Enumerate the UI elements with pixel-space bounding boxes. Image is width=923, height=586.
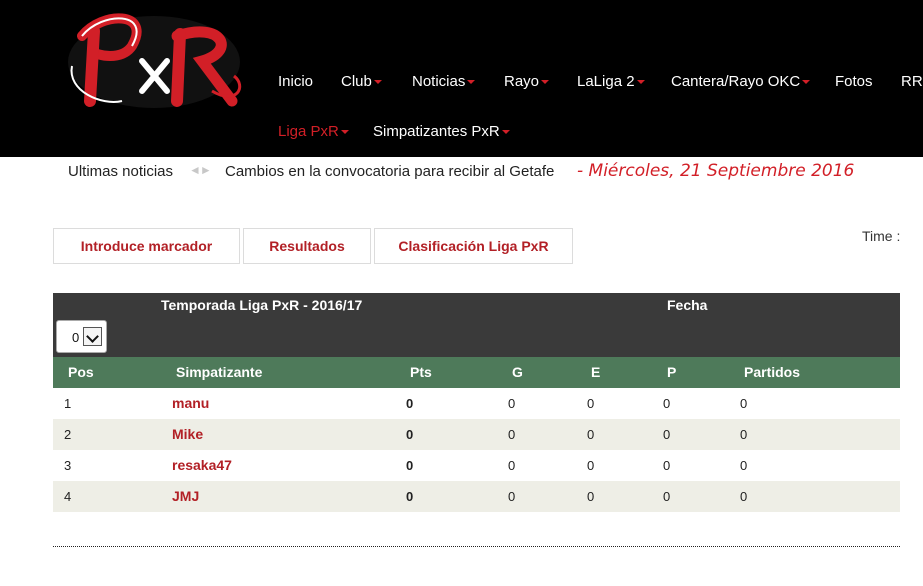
cell-pos: 2 xyxy=(64,427,72,442)
divider xyxy=(53,546,900,547)
nav-item-rayo[interactable]: Rayo xyxy=(504,73,550,90)
nav-item-cantera[interactable]: Cantera/Rayo OKC xyxy=(671,73,811,90)
header-partidos: Partidos xyxy=(744,364,801,380)
caret-down-icon xyxy=(541,80,550,84)
table-row: 1 manu 0 0 0 0 0 xyxy=(53,388,900,419)
table-row: 2 Mike 0 0 0 0 0 xyxy=(53,419,900,450)
cell-p: 0 xyxy=(663,427,671,442)
nav-item-simpatizantes[interactable]: Simpatizantes PxR xyxy=(373,123,510,140)
cell-pos: 4 xyxy=(64,489,72,504)
header-pts: Pts xyxy=(410,364,432,380)
header-simpatizante: Simpatizante xyxy=(176,364,263,380)
cell-g: 0 xyxy=(508,458,516,473)
caret-down-icon xyxy=(636,80,645,84)
tab-resultados[interactable]: Resultados xyxy=(243,228,371,264)
table-header: Pos Simpatizante Pts G E P Partidos xyxy=(53,357,900,388)
cell-p: 0 xyxy=(663,489,671,504)
caret-down-icon xyxy=(373,80,382,84)
nav-item-laliga2[interactable]: LaLiga 2 xyxy=(577,73,645,90)
ticker-arrows-icon[interactable]: ◄► xyxy=(189,163,212,177)
ticker-headline[interactable]: Cambios en la convocatoria para recibir … xyxy=(225,163,554,180)
nav-item-liga-pxr[interactable]: Liga PxR xyxy=(278,123,349,140)
cell-pos: 3 xyxy=(64,458,72,473)
cell-p: 0 xyxy=(663,396,671,411)
cell-g: 0 xyxy=(508,396,516,411)
header-g: G xyxy=(512,364,523,380)
round-select-value: 0 xyxy=(72,330,80,345)
nav-item-rrss[interactable]: RRSS xyxy=(901,73,923,90)
tab-clasificacion[interactable]: Clasificación Liga PxR xyxy=(374,228,573,264)
ticker-date: - Miércoles, 21 Septiembre 2016 xyxy=(577,161,855,181)
cell-e: 0 xyxy=(587,396,595,411)
cell-pts: 0 xyxy=(406,396,414,411)
cell-simpatizante[interactable]: JMJ xyxy=(172,488,199,504)
site-header: Inicio Club Noticias Rayo LaLiga 2 Cante… xyxy=(0,0,923,157)
cell-e: 0 xyxy=(587,489,595,504)
cell-pts: 0 xyxy=(406,489,414,504)
header-e: E xyxy=(591,364,601,380)
header-pos: Pos xyxy=(68,364,94,380)
nav-item-inicio[interactable]: Inicio xyxy=(278,73,313,90)
news-ticker: Ultimas noticias ◄► Cambios en la convoc… xyxy=(0,157,923,187)
cell-partidos: 0 xyxy=(740,489,748,504)
time-label: Time : xyxy=(862,228,901,244)
fecha-label: Fecha xyxy=(667,297,708,313)
cell-g: 0 xyxy=(508,427,516,442)
cell-pos: 1 xyxy=(64,396,72,411)
cell-e: 0 xyxy=(587,458,595,473)
cell-p: 0 xyxy=(663,458,671,473)
season-title: Temporada Liga PxR - 2016/17 xyxy=(161,297,363,313)
header-p: P xyxy=(667,364,677,380)
cell-partidos: 0 xyxy=(740,396,748,411)
tab-introduce-marcador[interactable]: Introduce marcador xyxy=(53,228,240,264)
cell-pts: 0 xyxy=(406,458,414,473)
cell-partidos: 0 xyxy=(740,458,748,473)
ticker-label: Ultimas noticias xyxy=(68,163,174,180)
cell-simpatizante[interactable]: Mike xyxy=(172,426,203,442)
caret-down-icon xyxy=(802,80,811,84)
cell-g: 0 xyxy=(508,489,516,504)
cell-partidos: 0 xyxy=(740,427,748,442)
nav-item-club[interactable]: Club xyxy=(341,73,382,90)
cell-simpatizante[interactable]: resaka47 xyxy=(172,457,232,473)
caret-down-icon xyxy=(340,130,349,134)
cell-e: 0 xyxy=(587,427,595,442)
nav-item-noticias[interactable]: Noticias xyxy=(412,73,476,90)
pxr-logo[interactable] xyxy=(62,6,247,116)
nav-item-fotos[interactable]: Fotos xyxy=(835,73,873,90)
chevron-down-icon xyxy=(83,327,102,346)
caret-down-icon xyxy=(501,130,510,134)
caret-down-icon xyxy=(467,80,476,84)
round-select[interactable]: 0 xyxy=(56,320,107,353)
table-row: 3 resaka47 0 0 0 0 0 xyxy=(53,450,900,481)
cell-simpatizante[interactable]: manu xyxy=(172,395,209,411)
cell-pts: 0 xyxy=(406,427,414,442)
table-row: 4 JMJ 0 0 0 0 0 xyxy=(53,481,900,512)
